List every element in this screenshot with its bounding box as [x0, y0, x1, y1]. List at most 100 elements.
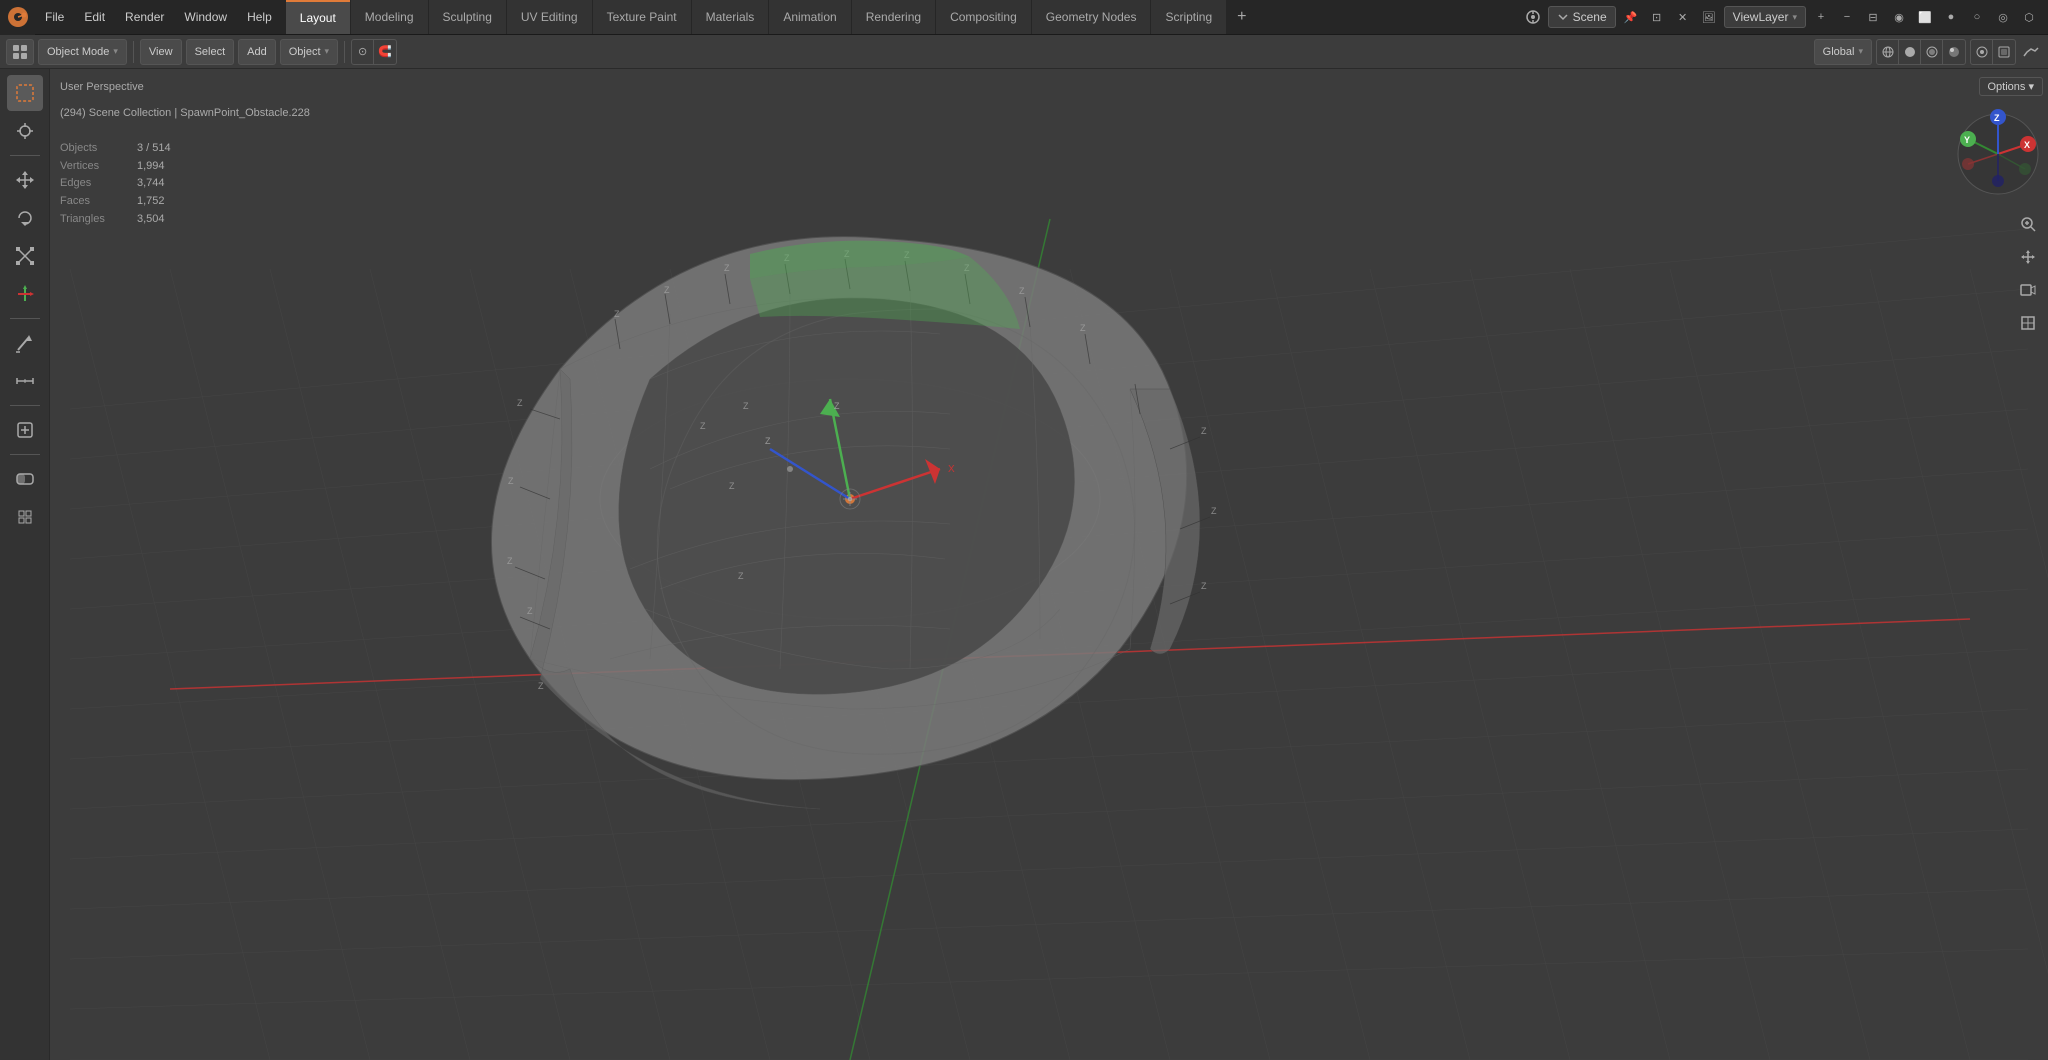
svg-text:X: X — [2024, 140, 2030, 150]
proportional-edit-icon[interactable]: ⊙ — [352, 40, 374, 64]
render-menu[interactable]: Render — [115, 0, 174, 34]
viewport[interactable]: Z Z Z Z Z Z Z Z Z Z Z Z Z Z Z Z Z Z Z Z — [50, 69, 2048, 1060]
svg-text:Z: Z — [1019, 286, 1025, 296]
mask-tool[interactable] — [7, 461, 43, 497]
scene-selector[interactable]: Scene — [1548, 6, 1616, 28]
engine-icon[interactable] — [1522, 6, 1544, 28]
add-btn[interactable]: Add — [238, 39, 276, 65]
svg-text:Z: Z — [844, 249, 850, 259]
top-right-controls: Scene 📌 ⊡ ✕ 🖼 ViewLayer ▾ + − ⊟ ◉ ⬜ ● ○ … — [1522, 0, 2048, 34]
svg-text:Z: Z — [614, 309, 620, 319]
tab-sculpting[interactable]: Sculpting — [429, 0, 506, 34]
svg-text:Z: Z — [964, 263, 970, 273]
object-btn[interactable]: Object ▾ — [280, 39, 338, 65]
wireframe-shading-btn[interactable] — [1877, 40, 1899, 64]
xray-icon[interactable]: ⬜ — [1914, 6, 1936, 28]
render-type-icon[interactable]: 🖼 — [1698, 6, 1720, 28]
select-btn[interactable]: Select — [186, 39, 235, 65]
shading-solid-icon[interactable]: ● — [1940, 6, 1962, 28]
file-menu-group: File Edit Render Window Help — [35, 0, 282, 34]
vertices-value: 1,994 — [137, 158, 165, 176]
edges-label: Edges — [60, 175, 125, 193]
separator-2 — [344, 41, 345, 63]
screen-icon[interactable]: ⊡ — [1646, 6, 1668, 28]
help-menu[interactable]: Help — [237, 0, 282, 34]
add-view-layer-icon[interactable]: + — [1810, 6, 1832, 28]
viewport-canvas: Z Z Z Z Z Z Z Z Z Z Z Z Z Z Z Z Z Z Z Z — [50, 69, 2048, 1060]
view-btn[interactable]: View — [140, 39, 182, 65]
display-mode-icon[interactable]: ⊟ — [1862, 6, 1884, 28]
close-icon[interactable]: ✕ — [1672, 6, 1694, 28]
file-menu[interactable]: File — [35, 0, 74, 34]
snap-icon[interactable]: 🧲 — [374, 40, 396, 64]
view-layer-selector[interactable]: ViewLayer ▾ — [1724, 6, 1806, 28]
transform-tool[interactable] — [7, 276, 43, 312]
svg-text:Z: Z — [904, 250, 910, 260]
edit-menu[interactable]: Edit — [74, 0, 115, 34]
annotate-tool[interactable] — [7, 325, 43, 361]
object-mode-selector[interactable]: Object Mode ▾ — [38, 39, 127, 65]
tab-layout[interactable]: Layout — [286, 0, 350, 34]
cursor-tool[interactable] — [7, 113, 43, 149]
triangles-label: Triangles — [60, 211, 125, 229]
tab-uv-editing[interactable]: UV Editing — [507, 0, 592, 34]
scale-tool[interactable] — [7, 238, 43, 274]
add-mesh-tool[interactable] — [7, 412, 43, 448]
move-tool[interactable] — [7, 162, 43, 198]
svg-text:Z: Z — [1211, 506, 1217, 516]
scene-collection-info: (294) Scene Collection | SpawnPoint_Obst… — [60, 105, 310, 123]
camera-view-btn[interactable] — [2013, 275, 2043, 305]
tab-rendering[interactable]: Rendering — [852, 0, 935, 34]
pan-btn[interactable] — [2013, 242, 2043, 272]
svg-text:Z: Z — [834, 401, 840, 411]
tab-materials[interactable]: Materials — [692, 0, 769, 34]
blender-logo[interactable] — [0, 0, 35, 35]
material-shading-btn[interactable] — [1921, 40, 1943, 64]
left-sep-2 — [10, 318, 40, 319]
solid-shading-btn[interactable] — [1899, 40, 1921, 64]
add-workspace-btn[interactable]: + — [1227, 0, 1256, 34]
viewport-info: User Perspective (294) Scene Collection … — [60, 79, 310, 228]
overlay-toggle-btn[interactable] — [1971, 40, 1993, 64]
shading-rendered-icon[interactable]: ◎ — [1992, 6, 2014, 28]
select-box-tool[interactable] — [7, 75, 43, 111]
zoom-in-btn[interactable] — [2013, 209, 2043, 239]
overlay-toggle-group — [1970, 39, 2016, 65]
tab-geometry-nodes[interactable]: Geometry Nodes — [1032, 0, 1151, 34]
objects-label: Objects — [60, 140, 125, 158]
tab-scripting[interactable]: Scripting — [1151, 0, 1226, 34]
curve-icon[interactable] — [2020, 41, 2042, 63]
rendered-shading-btn[interactable] — [1943, 40, 1965, 64]
tab-compositing[interactable]: Compositing — [936, 0, 1031, 34]
editor-type-btn[interactable] — [6, 39, 34, 65]
main-area: Z Z Z Z Z Z Z Z Z Z Z Z Z Z Z Z Z Z Z Z — [0, 69, 2048, 1060]
tab-animation[interactable]: Animation — [769, 0, 850, 34]
rotate-tool[interactable] — [7, 200, 43, 236]
vertices-label: Vertices — [60, 158, 125, 176]
left-sep-3 — [10, 405, 40, 406]
shading-wire-icon[interactable]: ⬡ — [2018, 6, 2040, 28]
workspace-tabs: Layout Modeling Sculpting UV Editing Tex… — [286, 0, 1257, 34]
left-sep-4 — [10, 454, 40, 455]
nav-gizmo[interactable]: X Y Z — [1953, 109, 2043, 199]
lattice-tool[interactable] — [7, 499, 43, 535]
svg-text:Z: Z — [765, 436, 771, 446]
pin-icon[interactable]: 📌 — [1620, 6, 1642, 28]
remove-view-layer-icon[interactable]: − — [1836, 6, 1858, 28]
svg-text:Z: Z — [517, 398, 523, 408]
transform-orientation-selector[interactable]: Global ▾ — [1814, 39, 1872, 65]
tab-texture-paint[interactable]: Texture Paint — [593, 0, 691, 34]
viewport-shading-group — [1876, 39, 1966, 65]
options-button[interactable]: Options ▾ — [1979, 77, 2044, 96]
svg-text:Z: Z — [1201, 426, 1207, 436]
svg-text:Z: Z — [738, 571, 744, 581]
overlay-icon[interactable]: ◉ — [1888, 6, 1910, 28]
orthographic-view-btn[interactable] — [2013, 308, 2043, 338]
window-menu[interactable]: Window — [174, 0, 237, 34]
svg-text:Z: Z — [507, 556, 513, 566]
tab-modeling[interactable]: Modeling — [351, 0, 428, 34]
xray-toggle-btn[interactable] — [1993, 40, 2015, 64]
shading-material-icon[interactable]: ○ — [1966, 6, 1988, 28]
top-menu-bar: File Edit Render Window Help Layout Mode… — [0, 0, 2048, 35]
measure-tool[interactable] — [7, 363, 43, 399]
